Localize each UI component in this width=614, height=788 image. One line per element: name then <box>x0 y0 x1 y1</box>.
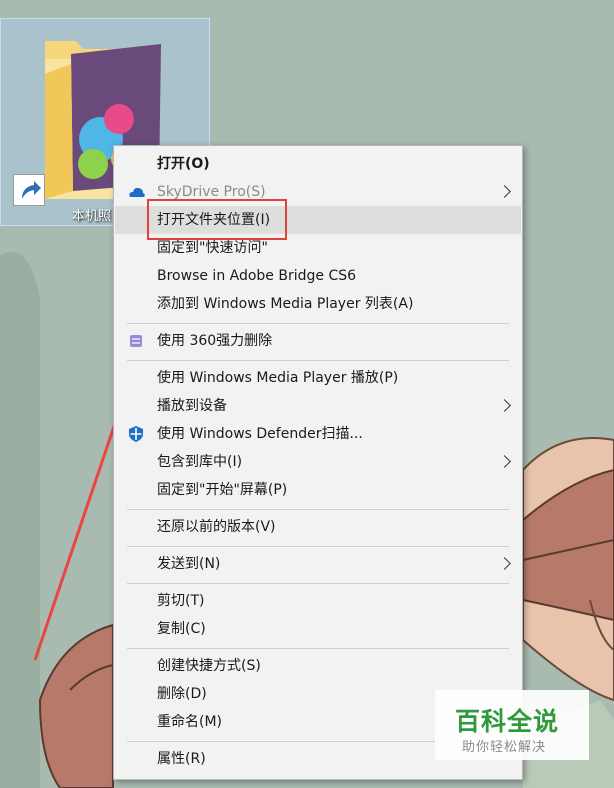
watermark-subtitle: 助你轻松解决 <box>462 740 547 755</box>
menu-item-send-to[interactable]: 发送到(N) <box>115 550 521 578</box>
desktop-icon-label: 本机照 <box>72 209 112 224</box>
menu-item-defender-scan[interactable]: 使用 Windows Defender扫描... <box>115 420 521 448</box>
menu-item-label: 使用 360强力删除 <box>157 333 273 349</box>
menu-item-label: 发送到(N) <box>157 556 221 572</box>
menu-item-label: 还原以前的版本(V) <box>157 519 276 535</box>
menu-item-label: 固定到"快速访问" <box>157 240 268 256</box>
chevron-right-icon <box>498 455 511 468</box>
menu-item-cast-to-device[interactable]: 播放到设备 <box>115 392 521 420</box>
menu-item-create-shortcut[interactable]: 创建快捷方式(S) <box>115 652 521 680</box>
menu-item-pin-start[interactable]: 固定到"开始"屏幕(P) <box>115 476 521 504</box>
menu-separator <box>127 583 509 584</box>
menu-item-restore-previous-versions[interactable]: 还原以前的版本(V) <box>115 513 521 541</box>
watermark-title: 百科全说 <box>455 707 560 736</box>
cloud-icon <box>127 183 145 201</box>
shortcut-arrow-icon <box>13 174 45 206</box>
menu-item-label: 使用 Windows Media Player 播放(P) <box>157 370 399 386</box>
menu-item-pin-quick-access[interactable]: 固定到"快速访问" <box>115 234 521 262</box>
menu-item-skydrive-pro[interactable]: SkyDrive Pro(S) <box>115 178 521 206</box>
chevron-right-icon <box>498 557 511 570</box>
watermark-logo: 百科全说 助你轻松解决 <box>435 690 589 760</box>
menu-item-cut[interactable]: 剪切(T) <box>115 587 521 615</box>
menu-separator <box>127 360 509 361</box>
menu-item-play-wmp[interactable]: 使用 Windows Media Player 播放(P) <box>115 364 521 392</box>
menu-item-open[interactable]: 打开(O) <box>115 150 521 178</box>
menu-item-label: 固定到"开始"屏幕(P) <box>157 482 288 498</box>
chevron-right-icon <box>498 399 511 412</box>
menu-item-360-delete[interactable]: 使用 360强力删除 <box>115 327 521 355</box>
menu-item-label: 删除(D) <box>157 686 207 702</box>
360-shredder-icon <box>127 332 145 350</box>
menu-item-copy[interactable]: 复制(C) <box>115 615 521 643</box>
menu-item-label: 打开文件夹位置(I) <box>157 212 271 228</box>
menu-item-label: 属性(R) <box>157 751 206 767</box>
menu-item-browse-adobe-bridge[interactable]: Browse in Adobe Bridge CS6 <box>115 262 521 290</box>
menu-item-label: 播放到设备 <box>157 398 227 414</box>
menu-item-include-in-library[interactable]: 包含到库中(I) <box>115 448 521 476</box>
menu-item-label: 包含到库中(I) <box>157 454 243 470</box>
menu-item-label: 打开(O) <box>157 156 210 172</box>
menu-item-label: 使用 Windows Defender扫描... <box>157 426 363 442</box>
context-menu: 打开(O) SkyDrive Pro(S) 打开文件夹位置(I) 固定到"快速访… <box>113 145 523 780</box>
menu-item-label: 剪切(T) <box>157 593 205 609</box>
menu-separator <box>127 546 509 547</box>
menu-item-label: 复制(C) <box>157 621 206 637</box>
menu-item-label: 创建快捷方式(S) <box>157 658 261 674</box>
menu-separator <box>127 323 509 324</box>
menu-separator <box>127 648 509 649</box>
desktop-background: 本机照 打开(O) SkyDrive Pro(S) 打开文件夹位置(I) 固定到… <box>0 0 614 788</box>
menu-item-label: Browse in Adobe Bridge CS6 <box>157 268 357 284</box>
defender-shield-icon <box>127 425 145 443</box>
menu-item-add-wmp-list[interactable]: 添加到 Windows Media Player 列表(A) <box>115 290 521 318</box>
chevron-right-icon <box>498 185 511 198</box>
menu-item-label: 重命名(M) <box>157 714 223 730</box>
menu-item-label: 添加到 Windows Media Player 列表(A) <box>157 296 414 312</box>
menu-item-open-file-location[interactable]: 打开文件夹位置(I) <box>115 206 521 234</box>
menu-item-label: SkyDrive Pro(S) <box>157 184 266 200</box>
menu-separator <box>127 509 509 510</box>
